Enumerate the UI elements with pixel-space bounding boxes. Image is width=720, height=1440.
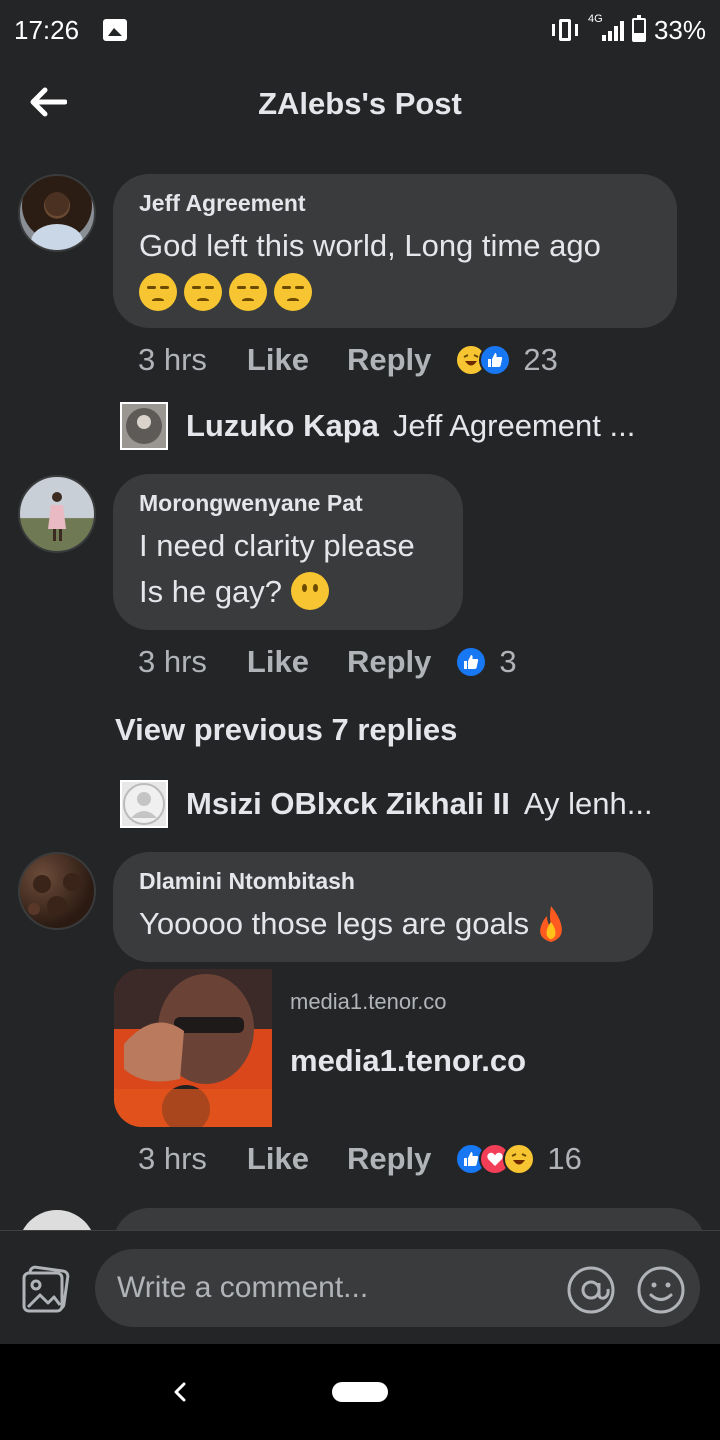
comment-author[interactable]: Jeff Agreement [139, 190, 651, 217]
smiley-icon [637, 1266, 685, 1314]
comment-time: 3 hrs [138, 342, 207, 377]
comment-actions: 3 hrs Like Reply 3 [138, 644, 517, 680]
reply-author[interactable]: Luzuko Kapa [186, 408, 379, 444]
comment-author[interactable]: Morongwenyane Pat [139, 490, 437, 517]
like-button[interactable]: Like [247, 644, 309, 680]
reaction-summary[interactable] [455, 1143, 536, 1175]
reaction-summary[interactable] [455, 344, 512, 376]
reaction-summary[interactable] [455, 646, 488, 678]
comment-composer [0, 1230, 720, 1344]
like-reaction-icon [455, 646, 488, 678]
commenter-avatar[interactable] [18, 475, 96, 553]
status-time: 17:26 [14, 14, 80, 45]
reply-avatar [120, 780, 168, 828]
reply-preview[interactable]: Msizi OBlxck Zikhali II Ay lenh... [120, 780, 653, 828]
battery-icon [631, 15, 646, 42]
vibrate-icon [550, 18, 580, 42]
comment-emoji-row [139, 273, 651, 311]
at-icon [567, 1266, 615, 1314]
system-nav-bar [0, 1344, 720, 1440]
reply-author[interactable]: Msizi OBlxck Zikhali II [186, 786, 510, 822]
fire-emoji-icon [540, 906, 562, 942]
reply-snippet: Ay lenh... [523, 786, 653, 821]
like-button[interactable]: Like [247, 1141, 309, 1177]
network-type: 4G [587, 13, 603, 25]
comment-bubble[interactable]: Morongwenyane Pat I need clarity please … [113, 474, 463, 630]
reply-button[interactable]: Reply [347, 1141, 431, 1177]
comment-author[interactable]: Dlamini Ntombitash [139, 868, 627, 895]
battery-percent: 33% [653, 14, 706, 45]
sad-emoji-icon [229, 273, 267, 311]
sad-emoji-icon [184, 273, 222, 311]
link-thumbnail [114, 969, 272, 1127]
like-button[interactable]: Like [247, 342, 309, 378]
link-preview-card[interactable]: media1.tenor.co media1.tenor.co [114, 969, 634, 1127]
nav-back-icon [174, 1382, 186, 1402]
signal-icon: 4G [588, 13, 624, 41]
commenter-avatar[interactable] [18, 852, 96, 930]
photo-icon [22, 1265, 70, 1313]
mention-button[interactable] [566, 1265, 616, 1315]
reply-preview[interactable]: Luzuko Kapa Jeff Agreement ... [120, 402, 635, 450]
link-title: media1.tenor.co [290, 1043, 527, 1078]
comment-bubble[interactable] [113, 1208, 705, 1230]
view-previous-replies[interactable]: View previous 7 replies [115, 712, 457, 748]
comment-bubble[interactable]: Jeff Agreement God left this world, Long… [113, 174, 677, 328]
link-domain: media1.tenor.co [290, 989, 447, 1014]
commenter-avatar[interactable] [18, 174, 96, 252]
reply-snippet: Jeff Agreement ... [392, 408, 636, 443]
comment-text: Yooooo those legs are goals [139, 906, 530, 941]
comment-text: I need clarity please Is he gay? [139, 528, 415, 609]
app-bar: ZAlebs's Post [0, 60, 720, 152]
commenter-avatar[interactable] [18, 1210, 96, 1230]
comment-bubble[interactable]: Dlamini Ntombitash Yooooo those legs are… [113, 852, 653, 962]
reply-button[interactable]: Reply [347, 342, 431, 378]
nav-back-button[interactable] [168, 1374, 192, 1410]
gallery-icon [103, 19, 128, 41]
comment-actions: 3 hrs Like Reply 23 [138, 342, 558, 378]
neutral-emoji-icon [291, 572, 329, 610]
comment-actions: 3 hrs Like Reply 16 [138, 1141, 582, 1177]
comment-time: 3 hrs [138, 1141, 207, 1176]
haha-reaction-icon [503, 1143, 536, 1175]
home-pill-icon[interactable] [332, 1382, 388, 1402]
reaction-count: 3 [499, 644, 517, 679]
sad-emoji-icon [139, 273, 177, 311]
comment-thread[interactable]: Jeff Agreement God left this world, Long… [0, 152, 720, 1230]
status-bar: 17:26 4G 33% [0, 0, 720, 60]
comment-time: 3 hrs [138, 644, 207, 679]
page-title: ZAlebs's Post [258, 86, 462, 121]
photo-button[interactable] [20, 1263, 72, 1315]
reply-button[interactable]: Reply [347, 644, 431, 680]
reaction-count: 23 [523, 342, 558, 377]
like-reaction-icon [479, 344, 512, 376]
comment-text: God left this world, Long time ago [139, 228, 601, 263]
reaction-count: 16 [547, 1141, 582, 1176]
sad-emoji-icon [274, 273, 312, 311]
emoji-button[interactable] [636, 1265, 686, 1315]
reply-avatar [120, 402, 168, 450]
